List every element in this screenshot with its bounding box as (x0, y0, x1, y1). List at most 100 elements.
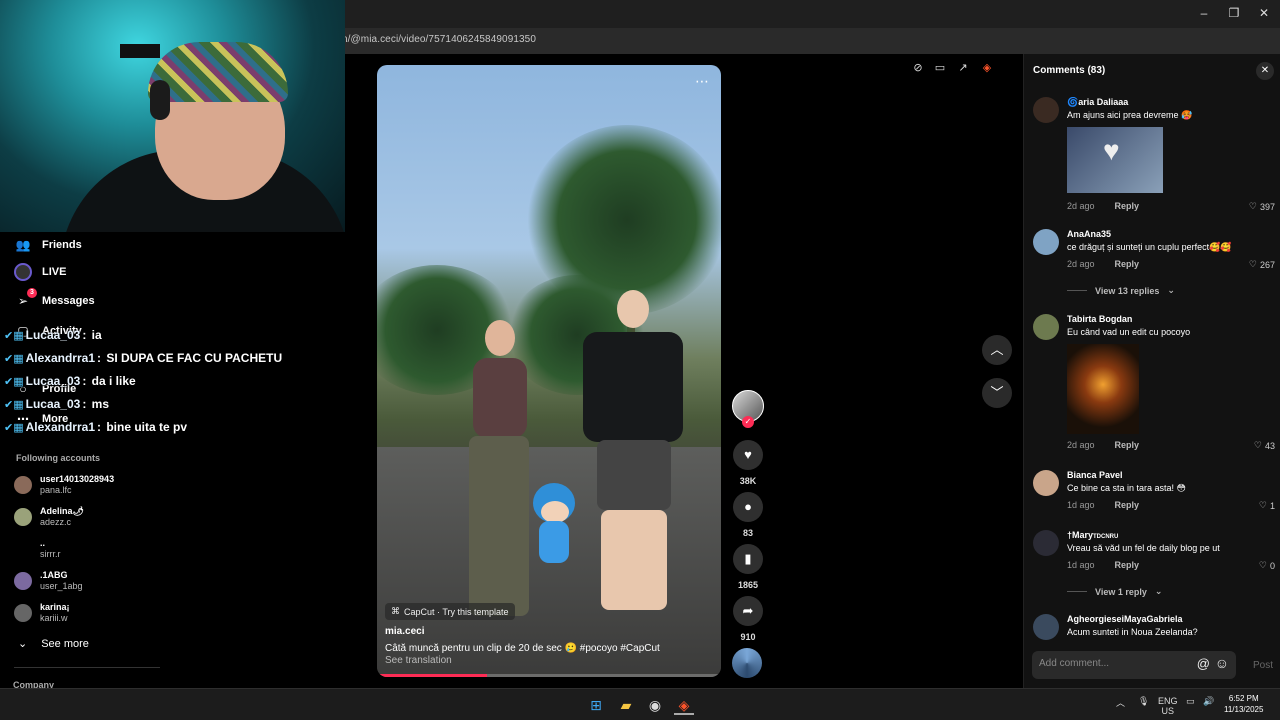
comment-author[interactable]: Bianca Pavel (1067, 470, 1123, 480)
add-comment-field[interactable]: Add comment... @ ☺ (1032, 651, 1236, 679)
comment-like-button[interactable]: ♡ 0 (1259, 560, 1275, 571)
view-replies-label: View 1 reply (1095, 586, 1147, 597)
brave-browser-icon[interactable]: ◈ (674, 695, 694, 715)
reply-button[interactable]: Reply (1115, 201, 1140, 211)
clock-time: 6:52 PM (1228, 694, 1259, 703)
capcut-icon: ⌘ (391, 606, 400, 616)
tray-chevron-icon[interactable]: ︿ (1116, 696, 1125, 709)
share-page-icon[interactable]: ↗ (956, 61, 970, 75)
comment-author[interactable]: AnaAna35 (1067, 229, 1111, 239)
previous-video-button[interactable]: ︿ (982, 335, 1012, 365)
following-account[interactable]: .. sirrr.r (14, 538, 61, 560)
like-count: 38K (739, 476, 757, 486)
chat-badge-icon: ✔▦ (4, 421, 24, 434)
see-more-button[interactable]: ⌄ See more (18, 637, 89, 651)
comment-image[interactable] (1067, 344, 1139, 434)
nav-label: LIVE (42, 266, 67, 278)
brave-shield-icon[interactable]: ◈ (980, 61, 994, 75)
more-options-icon[interactable]: ⋯ (695, 73, 709, 90)
share-button[interactable]: ➦ (733, 596, 763, 626)
nav-messages[interactable]: ➢ 3 Messages (14, 288, 95, 310)
close-comments-button[interactable]: ✕ (1256, 62, 1274, 80)
file-explorer-icon[interactable]: ▰ (616, 695, 636, 715)
language-indicator[interactable]: ENG US (1158, 696, 1178, 716)
capcut-template-chip[interactable]: ⌘ CapCut · Try this template (385, 603, 515, 620)
person-legs (601, 510, 667, 610)
chevron-down-icon: ⌄ (1154, 586, 1163, 596)
emoji-icon[interactable]: ☺ (1215, 655, 1229, 671)
minimize-button[interactable]: – (1194, 6, 1214, 20)
chat-message: ✔▦ Lucaa_03: ms (4, 397, 110, 411)
close-window-button[interactable]: ✕ (1254, 6, 1274, 20)
comment-meta: 2d ago Reply (1067, 440, 1139, 450)
chat-badge-icon: ✔▦ (4, 329, 24, 342)
following-account[interactable]: .1ABG user_1abg (14, 570, 83, 592)
mention-icon[interactable]: @ (1197, 656, 1210, 671)
chat-message: ✔▦ Alexandrra1: SI DUPA CE FAC CU PACHET… (4, 351, 283, 365)
following-account[interactable]: Adelina🌶 adezz.c (14, 506, 84, 528)
heart-icon: ♥ (744, 447, 752, 462)
system-clock[interactable]: 6:52 PM 11/13/2025 (1224, 693, 1263, 715)
network-icon[interactable]: ▭ (1186, 696, 1195, 707)
reply-button[interactable]: Reply (1115, 440, 1140, 450)
comment-author[interactable]: AgheorgieseiMayaGabriela (1067, 614, 1183, 624)
post-button[interactable]: Post (1253, 660, 1273, 671)
view-replies-button[interactable]: View 13 replies ⌄ (1067, 285, 1175, 296)
sound-disc[interactable] (732, 648, 762, 678)
cast-icon[interactable]: ▭ (933, 61, 947, 75)
video-author[interactable]: mia.ceci (385, 626, 424, 637)
divider (1067, 591, 1087, 592)
windows-start-icon[interactable]: ⊞ (586, 695, 606, 715)
url-text[interactable]: n/@mia.ceci/video/7571406245849091350 (342, 34, 536, 45)
comment-button[interactable]: ● (733, 492, 763, 522)
avatar[interactable] (1033, 614, 1059, 640)
avatar[interactable] (1033, 530, 1059, 556)
video-progress-bar[interactable] (377, 674, 721, 677)
comment-time: 1d ago (1067, 500, 1095, 510)
nav-friends[interactable]: 👥 Friends (14, 236, 82, 254)
volume-icon[interactable]: 🔊 (1203, 696, 1214, 707)
chat-username: Lucaa_03 (25, 328, 81, 342)
comment-like-button[interactable]: ♡ 43 (1254, 440, 1275, 451)
reply-button[interactable]: Reply (1115, 500, 1140, 510)
following-account[interactable]: karina¡ kariii.w (14, 602, 70, 624)
video-player[interactable]: ⋯ ⌘ CapCut · Try this template mia.ceci … (377, 65, 721, 677)
following-account[interactable]: user14013028943 pana.lfc (14, 474, 114, 496)
follow-check-icon[interactable]: ✓ (742, 416, 754, 428)
see-more-label: See more (41, 637, 89, 650)
like-button[interactable]: ♥ (733, 440, 763, 470)
comment-image[interactable]: ♥ (1067, 127, 1163, 193)
divider (1067, 290, 1087, 291)
heart-outline-icon: ♡ (1258, 500, 1267, 510)
avatar[interactable] (1033, 97, 1059, 123)
see-translation-link[interactable]: See translation (385, 655, 452, 666)
person-head (617, 290, 649, 328)
account-name: .1ABG (40, 570, 68, 580)
comment-like-button[interactable]: ♡ 397 (1249, 201, 1275, 212)
avatar[interactable] (1033, 470, 1059, 496)
avatar[interactable] (1033, 229, 1059, 255)
next-video-button[interactable]: ﹀ (982, 378, 1012, 408)
nav-live[interactable]: LIVE (14, 263, 66, 281)
restore-button[interactable]: ❐ (1224, 6, 1244, 20)
comment-text: Am ajuns aici prea devreme 🥵 (1067, 110, 1193, 120)
reply-button[interactable]: Reply (1115, 259, 1140, 269)
comment-text: Acum sunteti in Noua Zeelanda? (1067, 627, 1198, 637)
obs-icon[interactable]: ◉ (645, 695, 665, 715)
avatar[interactable] (1033, 314, 1059, 340)
avatar (14, 508, 32, 526)
save-button[interactable]: ▮ (733, 544, 763, 574)
wall-decor (120, 44, 160, 58)
microphone-icon[interactable]: 🎙 (1138, 696, 1149, 707)
comment-author[interactable]: Tabirta Bogdan (1067, 314, 1132, 324)
comment-author[interactable]: †MaryTDCNRU (1067, 530, 1118, 540)
comment-like-button[interactable]: ♡ 1 (1259, 500, 1275, 511)
comment-like-button[interactable]: ♡ 267 (1249, 259, 1275, 270)
chat-text: bine uita te pv (106, 420, 188, 434)
mute-site-icon[interactable]: ⊘ (911, 61, 925, 75)
view-replies-button[interactable]: View 1 reply ⌄ (1067, 586, 1162, 597)
reply-button[interactable]: Reply (1115, 560, 1140, 570)
comment-author[interactable]: 🌀aria Daliaaa (1067, 97, 1128, 108)
chat-badge-icon: ✔▦ (4, 375, 24, 388)
comment-time: 2d ago (1067, 440, 1095, 450)
